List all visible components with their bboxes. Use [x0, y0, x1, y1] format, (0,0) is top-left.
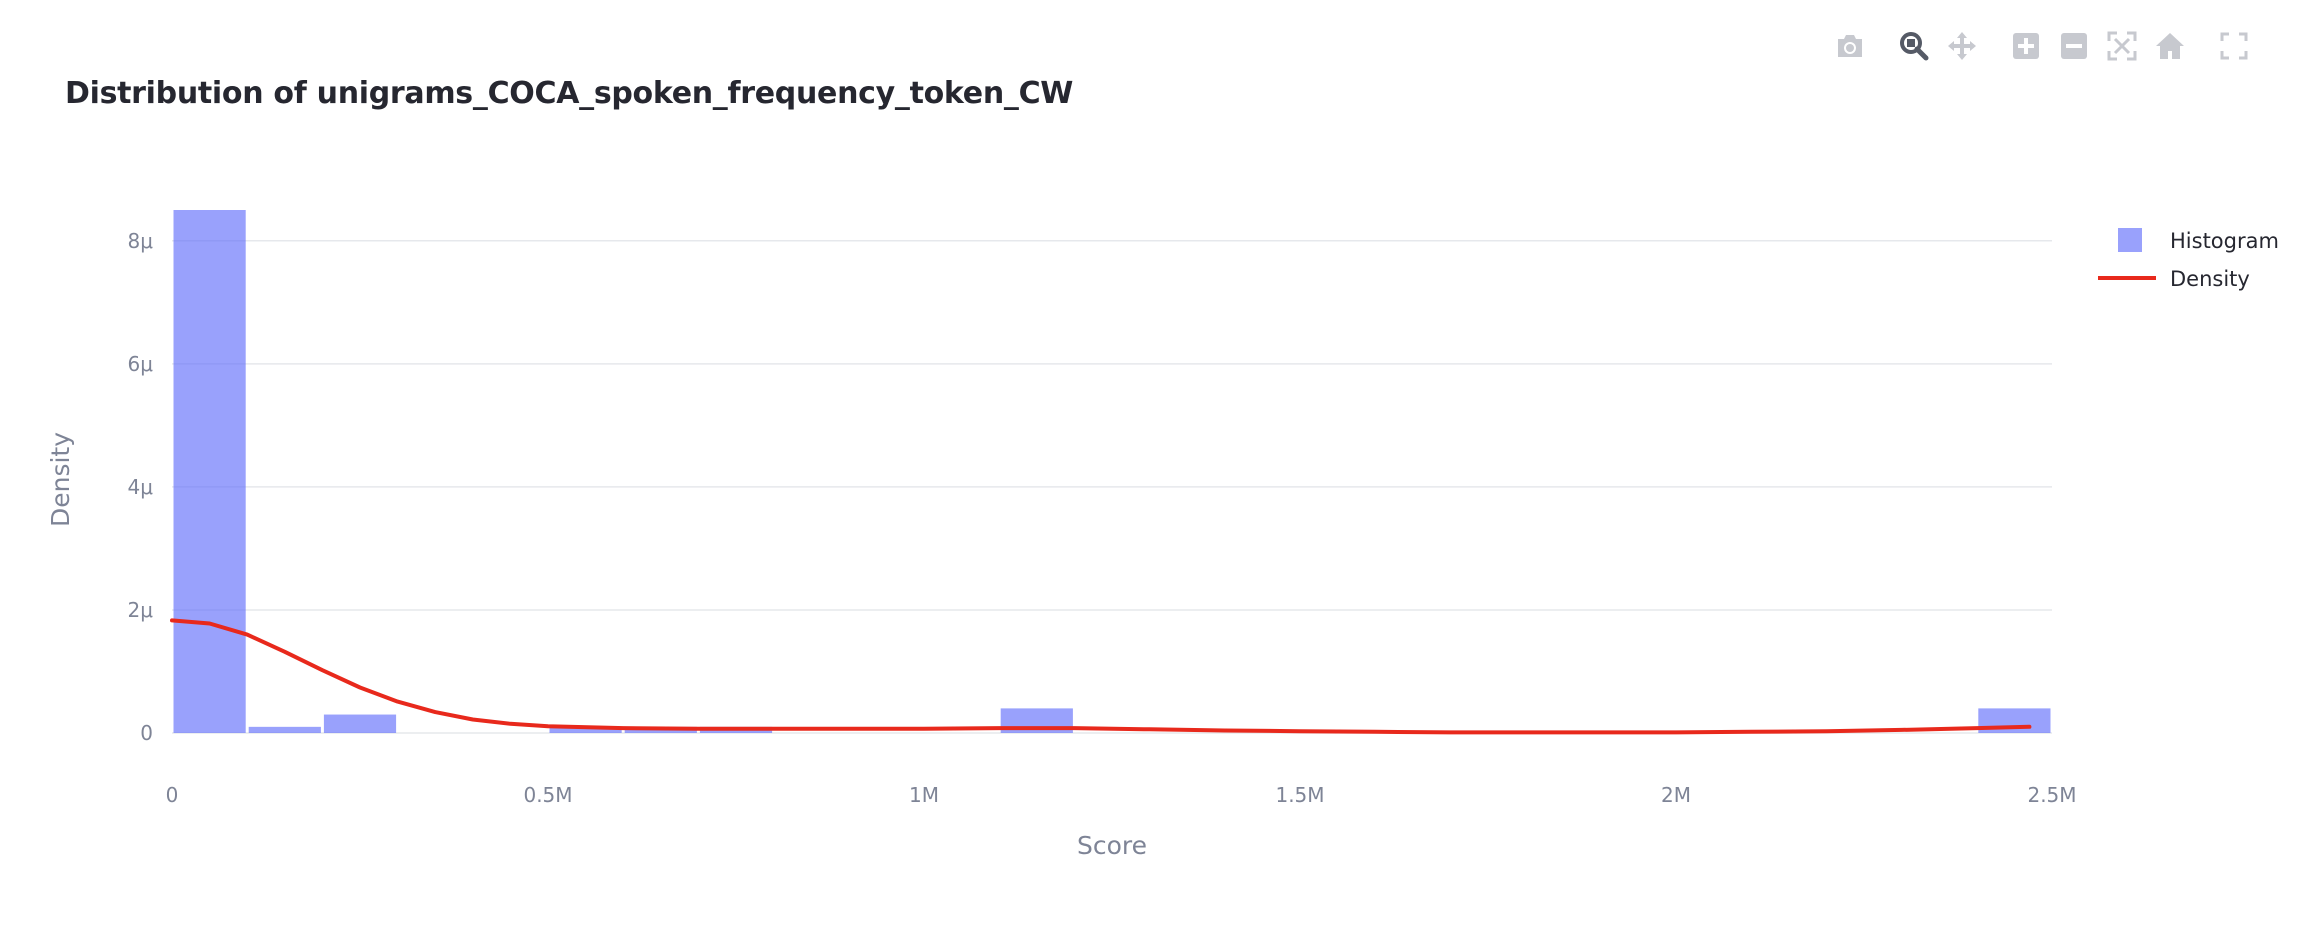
y-tick-label: 2μ [128, 598, 154, 622]
x-tick-label: 0 [166, 783, 179, 807]
legend-density-label[interactable]: Density [2170, 267, 2250, 291]
x-tick-label: 1M [909, 783, 939, 807]
y-tick-label: 4μ [128, 475, 154, 499]
x-tick-label: 2M [1661, 783, 1691, 807]
y-axis-title: Density [46, 432, 75, 527]
x-axis-ticks: 0 0.5M 1M 1.5M 2M 2.5M [166, 783, 2077, 807]
histogram-bar[interactable] [323, 714, 397, 733]
legend: Histogram Density [2098, 228, 2279, 291]
histogram-bar[interactable] [248, 726, 321, 733]
histogram-bars [173, 210, 2051, 733]
x-tick-label: 0.5M [523, 783, 572, 807]
x-axis-title: Score [1077, 831, 1147, 860]
plot-area[interactable]: 0 0.5M 1M 1.5M 2M 2.5M 0 2μ 4μ 6μ 8μ Score Densit… [0, 0, 2300, 930]
density-line [170, 618, 2032, 735]
y-axis-ticks: 0 2μ 4μ 6μ 8μ [128, 229, 154, 745]
histogram-bar[interactable] [173, 210, 246, 733]
y-tick-label: 6μ [128, 352, 154, 376]
x-tick-label: 2.5M [2027, 783, 2076, 807]
x-tick-label: 1.5M [1275, 783, 1324, 807]
y-tick-label: 8μ [128, 229, 154, 253]
gridlines [172, 240, 2052, 734]
y-tick-label: 0 [140, 721, 153, 745]
legend-histogram-swatch[interactable] [2118, 228, 2142, 252]
legend-histogram-label[interactable]: Histogram [2170, 229, 2279, 253]
